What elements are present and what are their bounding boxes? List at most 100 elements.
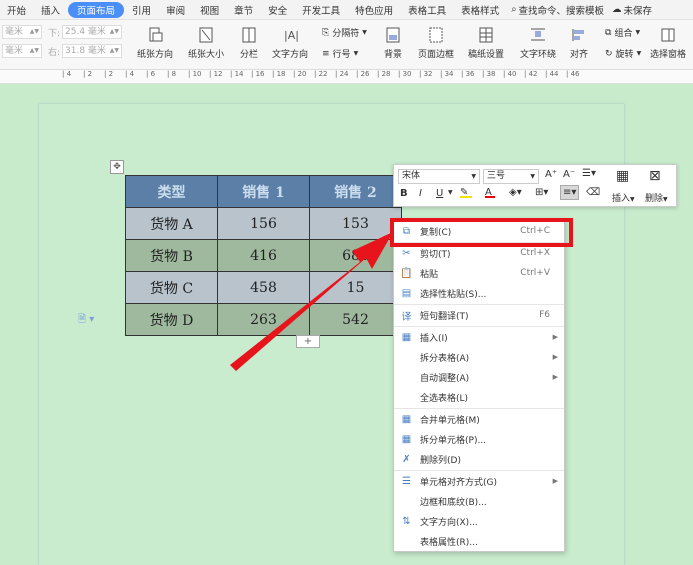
paper-size-button[interactable]: 纸张大小	[188, 26, 224, 60]
background-button[interactable]: 背景	[384, 26, 402, 60]
margin-left-field[interactable]: 毫米 ▲▼	[2, 44, 42, 58]
table-cell[interactable]: 156	[217, 207, 310, 240]
selection-pane-button[interactable]: 选择窗格	[650, 26, 686, 60]
table-cell[interactable]: 542	[309, 303, 402, 336]
ruler-tick: | 8	[167, 70, 177, 78]
shrink-font-button[interactable]: A⁻	[563, 169, 575, 180]
add-row-button[interactable]: +	[296, 335, 320, 348]
font-size-select[interactable]: 三号 ▼	[483, 169, 539, 184]
table-cell[interactable]: 货物 A	[125, 207, 218, 240]
tab-3[interactable]: 引用	[125, 2, 158, 18]
table-cell[interactable]: 153	[309, 207, 402, 240]
align-icon	[570, 26, 588, 44]
highlight-icon[interactable]: ✎	[460, 187, 472, 198]
table-header-cell[interactable]: 销售 2	[309, 175, 402, 208]
line-number-button[interactable]: ≡ 行号 ▼	[322, 47, 358, 61]
align-center-icon[interactable]: ≡▾	[560, 185, 580, 200]
font-color-icon[interactable]: A	[485, 187, 495, 198]
tab-10[interactable]: 表格工具	[401, 2, 453, 18]
tab-2[interactable]: 页面布局	[68, 1, 125, 18]
orientation-button[interactable]: 纸张方向	[137, 26, 173, 60]
tab-0[interactable]: 开始	[0, 2, 33, 18]
menu-item-15[interactable]: 表格属性(R)...	[394, 531, 564, 551]
table-header-cell[interactable]: 类型	[125, 175, 218, 208]
text-direction-button[interactable]: |A| 文字方向	[272, 26, 308, 60]
table-cell[interactable]: 货物 C	[125, 271, 218, 304]
table-cell[interactable]: 货物 D	[125, 303, 218, 336]
menu-item-7[interactable]: 自动调整(A) ▶	[394, 367, 564, 387]
submenu-arrow-icon: ▶	[552, 333, 558, 341]
text-direction-icon: |A|	[281, 26, 299, 44]
table-header-row: 类型 销售 1 销售 2	[125, 175, 402, 208]
ruler-tick: | 46	[566, 70, 580, 78]
delete-table-button[interactable]: 删除▼	[645, 191, 668, 204]
menu-item-13[interactable]: 边框和底纹(B)...	[394, 491, 564, 511]
insert-table-icon[interactable]: ▦	[616, 168, 629, 184]
bold-button[interactable]: B	[400, 188, 408, 199]
tab-1[interactable]: 插入	[34, 2, 67, 18]
menu-item-9[interactable]: ▦ 合并单元格(M)	[394, 409, 564, 429]
text-wrap-button[interactable]: 文字环绕	[520, 26, 556, 60]
highlight-box	[390, 218, 573, 247]
insert-table-button[interactable]: 插入▼	[612, 191, 635, 204]
unsaved-status[interactable]: ☁ 未保存	[612, 3, 652, 17]
menu-item-4[interactable]: 译短句翻译(T) F6	[394, 305, 564, 325]
menu-item-5[interactable]: ▦ 插入(I) ▶	[394, 327, 564, 347]
menu-item-2[interactable]: 📋 粘贴 Ctrl+V	[394, 263, 564, 283]
sales-table[interactable]: 类型 销售 1 销售 2 货物 A 156 153 货物 B 416 685 货物 C 458 15…	[125, 175, 402, 336]
underline-button[interactable]: U	[436, 188, 443, 199]
submenu-arrow-icon: ▶	[552, 353, 558, 361]
tab-4[interactable]: 审阅	[159, 2, 192, 18]
page-border-button[interactable]: 页面边框	[418, 26, 454, 60]
tab-7[interactable]: 安全	[261, 2, 294, 18]
columns-button[interactable]: 分栏	[240, 26, 258, 60]
align-button[interactable]: 对齐	[570, 26, 588, 60]
draft-setting-button[interactable]: 稿纸设置	[468, 26, 504, 60]
paragraph-menu-icon[interactable]: 🗎 ▾	[78, 312, 94, 329]
tab-6[interactable]: 章节	[227, 2, 260, 18]
menu-item-label: 剪切(T)	[420, 249, 451, 260]
tab-8[interactable]: 开发工具	[295, 2, 347, 18]
grow-font-button[interactable]: A⁺	[545, 169, 557, 180]
clear-format-icon[interactable]: ⌫	[586, 187, 600, 198]
cell-align-icon: ☰	[402, 475, 411, 487]
table-cell[interactable]: 458	[217, 271, 310, 304]
separator-button[interactable]: ⎘ 分隔符 ▼	[322, 26, 367, 40]
search-command[interactable]: ⌕ 查找命令、搜索模板	[511, 3, 604, 17]
border-icon[interactable]: ⊞▾	[535, 187, 548, 198]
tab-9[interactable]: 特色应用	[348, 2, 400, 18]
submenu-arrow-icon: ▶	[552, 373, 558, 381]
menu-item-6[interactable]: 拆分表格(A) ▶	[394, 347, 564, 367]
italic-button[interactable]: I	[419, 188, 422, 199]
horizontal-ruler[interactable]: | 4 | 2 | 2 | 4 | 6 | 8 | 10 | 12 | 14 | 16 | 18 | …	[0, 70, 693, 84]
ruler-tick: | 40	[503, 70, 517, 78]
group-button[interactable]: ⧉ 组合 ▼	[605, 26, 640, 40]
table-cell[interactable]: 416	[217, 239, 310, 272]
table-cell[interactable]: 263	[217, 303, 310, 336]
delete-table-icon[interactable]: ⊠	[649, 168, 661, 184]
shading-icon[interactable]: ◈▾	[509, 187, 522, 198]
menu-item-14[interactable]: ⇅ 文字方向(X)...	[394, 511, 564, 531]
tab-11[interactable]: 表格样式	[454, 2, 506, 18]
ruler-tick: | 6	[146, 70, 156, 78]
table-cell[interactable]: 685	[309, 239, 402, 272]
table-move-handle-icon[interactable]: ✥	[110, 160, 124, 174]
table-cell[interactable]: 15	[309, 271, 402, 304]
margin-bottom-field[interactable]: 下: 25.4 毫米 ▲▼	[48, 25, 122, 39]
menu-item-10[interactable]: ▦ 拆分单元格(P)...	[394, 429, 564, 449]
margin-top-field[interactable]: 毫米 ▲▼	[2, 25, 42, 39]
table-header-cell[interactable]: 销售 1	[217, 175, 310, 208]
line-spacing-icon[interactable]: ☰▾	[582, 168, 596, 179]
font-name-select[interactable]: 宋体 ▼	[398, 169, 480, 184]
rotate-button[interactable]: ↻ 旋转 ▼	[605, 47, 641, 61]
ruler-tick: | 12	[209, 70, 223, 78]
table-cell[interactable]: 货物 B	[125, 239, 218, 272]
menu-item-8[interactable]: 全选表格(L)	[394, 387, 564, 407]
tab-5[interactable]: 视图	[193, 2, 226, 18]
merge-cells-icon: ▦	[401, 413, 412, 425]
margin-right-field[interactable]: 右: 31.8 毫米 ▲▼	[48, 44, 122, 58]
underline-dropdown-icon[interactable]: ▼	[448, 189, 453, 196]
menu-item-3[interactable]: ▤ 选择性粘贴(S)...	[394, 283, 564, 303]
menu-item-11[interactable]: ✗ 删除列(D)	[394, 449, 564, 469]
menu-item-12[interactable]: ☰ 单元格对齐方式(G) ▶	[394, 471, 564, 491]
